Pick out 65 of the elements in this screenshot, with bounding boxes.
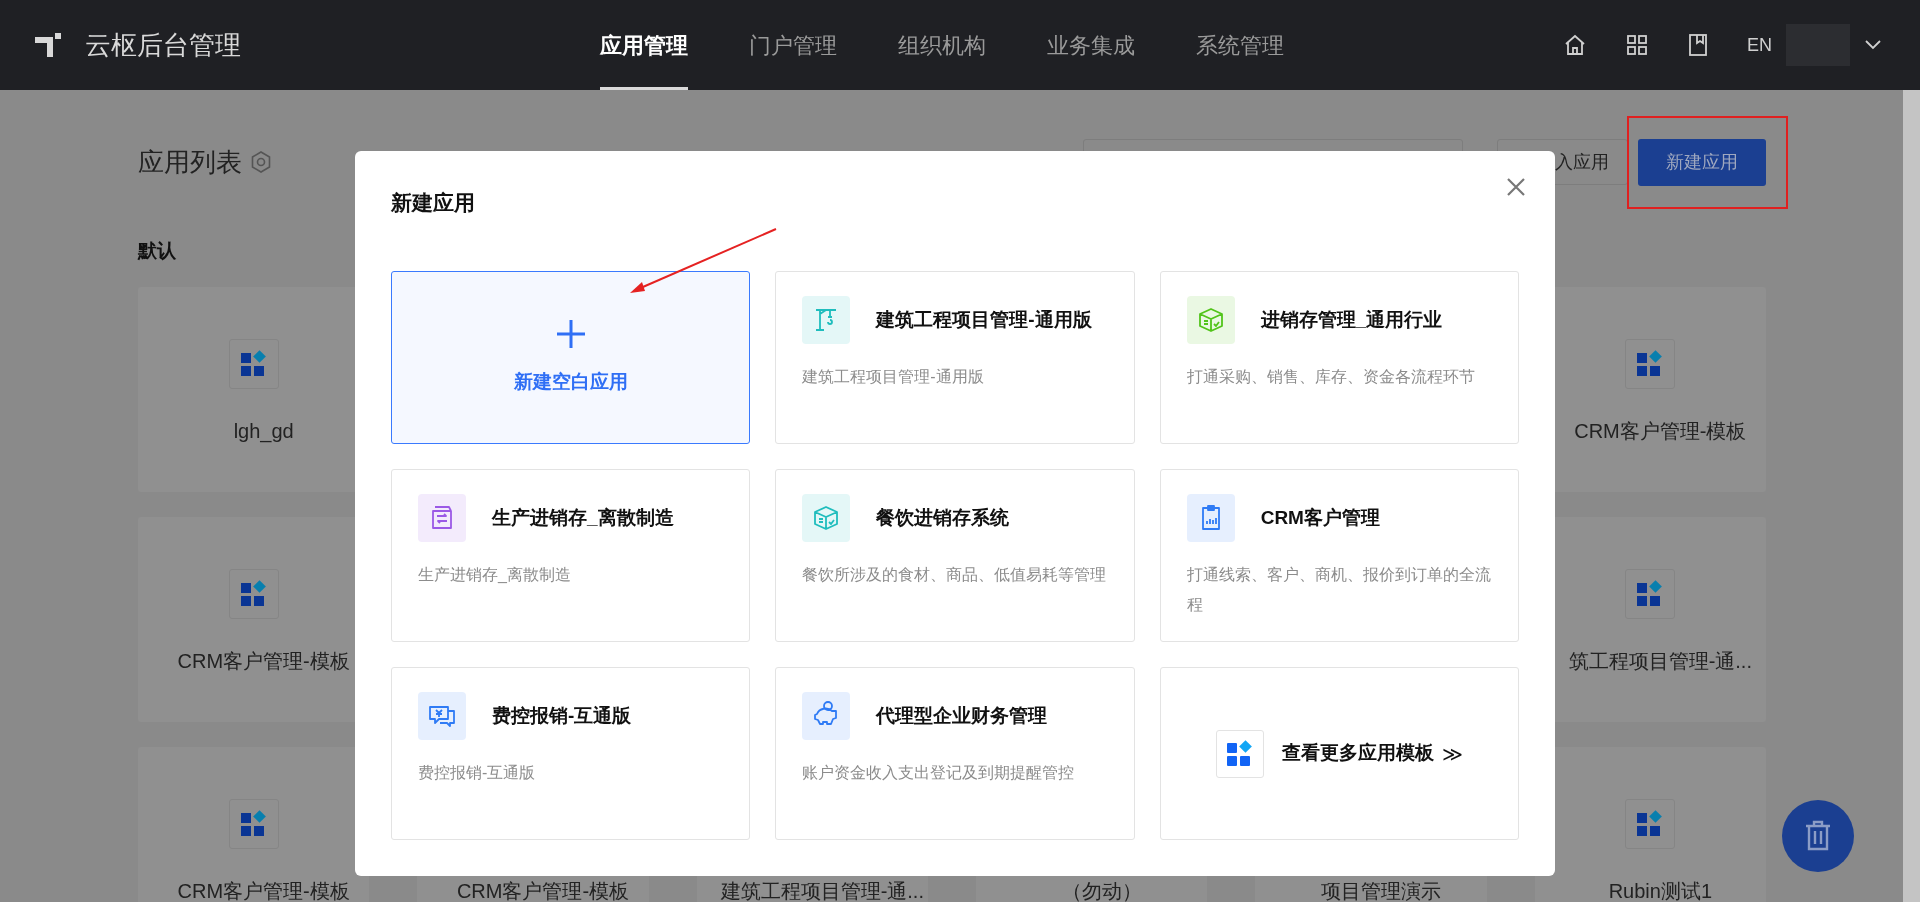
template-card[interactable]: 进销存管理_通用行业 打通采购、销售、库存、资金各流程环节 [1159, 271, 1519, 444]
app-name: 项目管理演示 [1321, 879, 1441, 902]
template-card[interactable]: 代理型企业财务管理 账户资金收入支出登记及到期提醒管控 [775, 667, 1135, 840]
nav-tab[interactable]: 应用管理 [600, 0, 688, 90]
app-icon [1625, 799, 1676, 849]
nav-tab[interactable]: 组织机构 [898, 0, 986, 90]
card-description: 打通线索、客户、商机、报价到订单的全流程 [1186, 565, 1492, 615]
trash-icon [1803, 820, 1833, 852]
card-description: 费控报销-互通版 [418, 763, 537, 783]
app-icon [228, 339, 279, 389]
card-title: 代理型企业财务管理 [876, 703, 1048, 728]
app-name: 建筑工程项目管理-通... [720, 879, 924, 902]
logo-icon [35, 33, 61, 57]
card-description: 账户资金收入支出登记及到期提醒管控 [802, 763, 1076, 783]
card-description: 建筑工程项目管理-通用版 [802, 367, 985, 387]
double-chevron: ≫ [1441, 741, 1463, 767]
app-icon [1625, 339, 1676, 389]
app-name: CRM客户管理-模板 [456, 879, 630, 902]
app-card[interactable]: CRM客户管理-模板 [138, 747, 370, 902]
app-name: CRM客户管理-模板 [1574, 419, 1747, 444]
nav-tab[interactable]: 门户管理 [749, 0, 837, 90]
card-title: 费控报销-互通版 [492, 703, 632, 728]
apps-icon [1215, 729, 1264, 778]
template-card[interactable]: 生产进销存_离散制造 生产进销存_离散制造 [391, 469, 751, 642]
app-icon [228, 569, 279, 619]
grid-icon[interactable] [1625, 33, 1649, 57]
card-title: CRM客户管理 [1260, 505, 1380, 530]
group-heading: 默认 [138, 240, 176, 261]
app-name: lgh_gd [233, 419, 294, 445]
card-title: 查看更多应用模板 [1281, 741, 1434, 766]
card-title: 新建空白应用 [513, 370, 628, 395]
settings-icon[interactable] [250, 150, 272, 174]
blank-app-card[interactable]: 新建空白应用 [391, 271, 751, 444]
card-title: 建筑工程项目管理-通用版 [876, 307, 1092, 332]
more-templates-card[interactable]: 查看更多应用模板 ≫ [1159, 667, 1519, 840]
app-name: CRM客户管理-模板 [177, 649, 350, 674]
new-app-button[interactable]: 新建应用 [1638, 138, 1766, 186]
card-title: 进销存管理_通用行业 [1260, 307, 1443, 332]
scrollbar[interactable] [1903, 90, 1920, 902]
app-icon [228, 799, 279, 849]
card-description: 打通采购、销售、库存、资金各流程环节 [1186, 367, 1476, 387]
card-title: 餐饮进销存系统 [876, 505, 1010, 530]
nav-tab[interactable]: 系统管理 [1196, 0, 1284, 90]
app-name: Rubin测试1 [1608, 879, 1712, 902]
app-name: CRM客户管理-模板 [177, 879, 350, 902]
home-icon[interactable] [1563, 33, 1587, 57]
template-card[interactable]: 费控报销-互通版 费控报销-互通版 [391, 667, 751, 840]
template-card[interactable]: CRM客户管理 打通线索、客户、商机、报价到订单的全流程 [1159, 469, 1519, 642]
card-description: 餐饮所涉及的食材、商品、低值易耗等管理 [802, 565, 1108, 585]
template-card[interactable]: 建筑工程项目管理-通用版 建筑工程项目管理-通用版 [775, 271, 1135, 444]
app-card[interactable]: Rubin测试1 [1534, 747, 1766, 902]
page-title: 应用列表 [138, 145, 242, 179]
card-description: 生产进销存_离散制造 [418, 565, 572, 585]
plus-icon [554, 318, 587, 351]
app-name: 筑工程项目管理-通... [1568, 649, 1752, 674]
dialog-title: 新建应用 [391, 190, 475, 216]
nav-tab[interactable]: 业务集成 [1047, 0, 1135, 90]
card-title: 生产进销存_离散制造 [492, 505, 674, 530]
app-name: （勿动） [1061, 879, 1142, 902]
chevron-down-icon[interactable] [1864, 39, 1882, 51]
book-icon[interactable] [1687, 33, 1709, 57]
app-icon [1625, 569, 1676, 619]
template-card[interactable]: 餐饮进销存系统 餐饮所涉及的食材、商品、低值易耗等管理 [775, 469, 1135, 642]
language-label[interactable]: EN [1747, 31, 1772, 59]
app-title: 云枢后台管理 [85, 28, 241, 62]
